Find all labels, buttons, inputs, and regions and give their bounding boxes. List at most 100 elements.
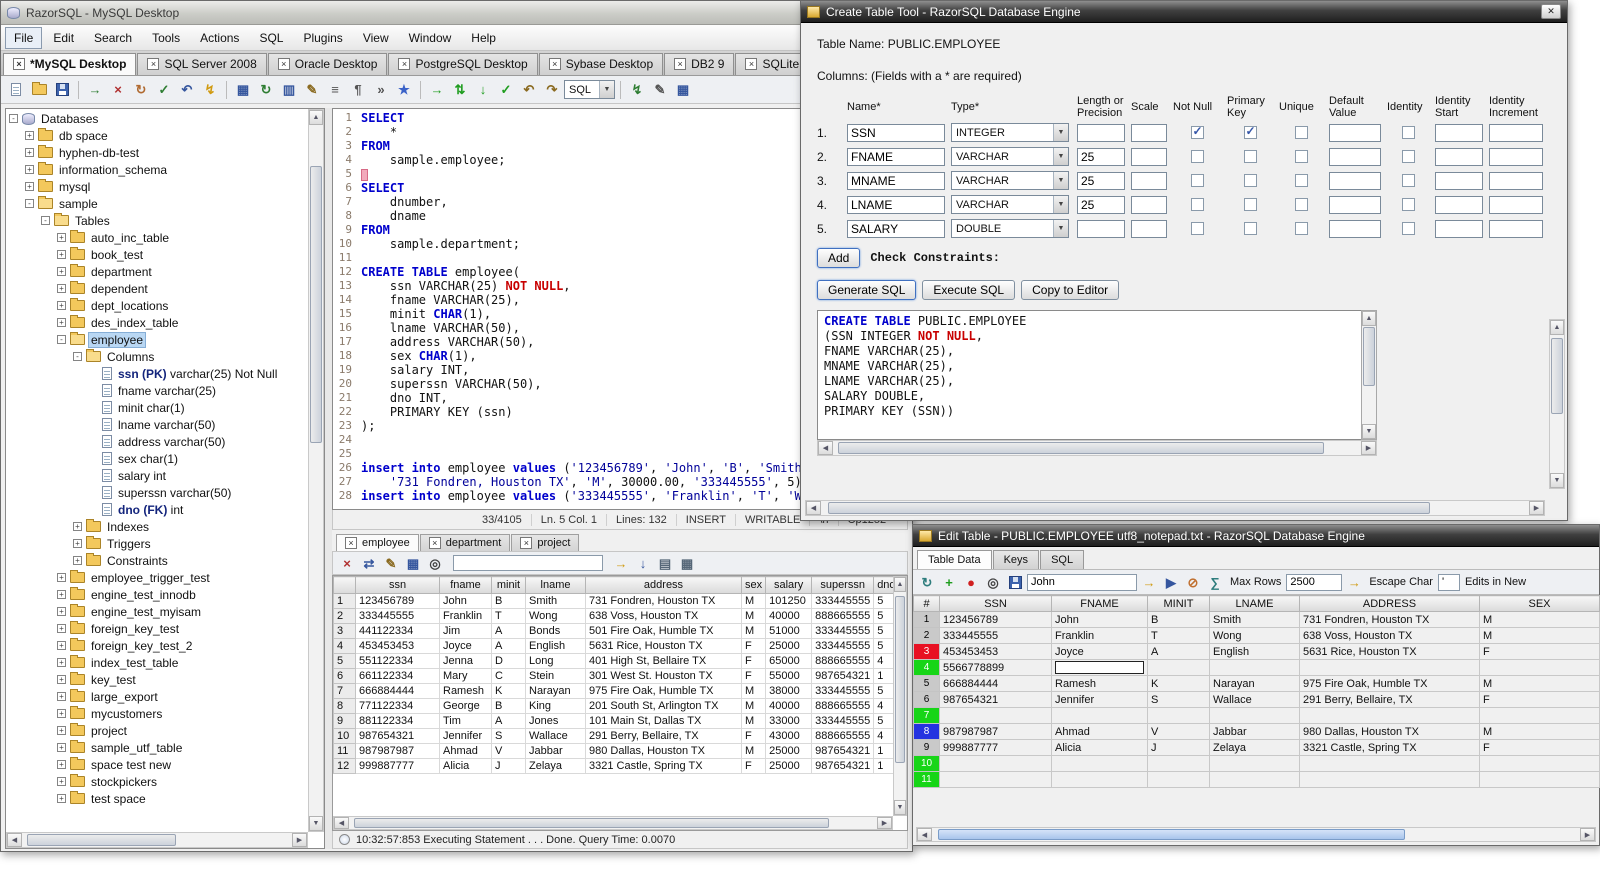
cell[interactable]: S	[491, 728, 526, 744]
tree-item-lname-varchar-50[interactable]: lname varchar(50)	[7, 416, 307, 433]
result-row[interactable]: 2 333445555 Franklin T Wong 638 Voss, Houston…	[333, 608, 900, 624]
cell[interactable]: Jenna	[439, 653, 492, 669]
collapse-icon[interactable]: -	[9, 114, 18, 123]
scroll-left-icon[interactable]: ◀	[7, 833, 22, 847]
cell[interactable]: 333445555	[811, 683, 875, 699]
sql-horizontal-scrollbar[interactable]: ◀ ▶	[817, 440, 1377, 456]
menu-sql[interactable]: SQL	[250, 27, 292, 49]
result-row[interactable]: 7 666884444 Ramesh K Narayan 975 Fire Oak, Hu…	[333, 683, 900, 699]
unique-checkbox[interactable]	[1294, 126, 1308, 139]
cell[interactable]: 333445555	[355, 608, 440, 624]
column-name-input[interactable]	[847, 147, 945, 166]
scroll-down-icon[interactable]: ▼	[1362, 424, 1376, 439]
identity-start-input[interactable]	[1435, 123, 1483, 142]
cell[interactable]: M	[1479, 611, 1600, 628]
cell[interactable]: 201 South St, Arlington TX	[585, 698, 742, 714]
cell[interactable]: 975 Fire Oak, Humble TX	[585, 683, 742, 699]
identity-increment-input[interactable]	[1489, 147, 1543, 166]
cell[interactable]	[1479, 771, 1600, 788]
close-tab-icon[interactable]: ×	[745, 58, 758, 70]
cell[interactable]	[1147, 755, 1210, 772]
cell[interactable]: 33000	[765, 713, 813, 729]
tree-item-indexes[interactable]: + Indexes	[7, 518, 307, 535]
cell[interactable]: Stein	[525, 668, 586, 684]
column-header-ssn[interactable]: ssn	[355, 576, 440, 594]
tree-item-project[interactable]: + project	[7, 722, 307, 739]
expand-icon[interactable]: +	[57, 301, 66, 310]
favorites-icon[interactable]: ★	[393, 79, 415, 101]
scroll-up-icon[interactable]: ▲	[309, 110, 323, 125]
cell[interactable]: English	[525, 638, 586, 654]
result-row[interactable]: 6 661122334 Mary C Stein 301 West St. Houston…	[333, 668, 900, 684]
cell[interactable]: K	[491, 683, 526, 699]
scroll-right-icon[interactable]: ▶	[1361, 441, 1376, 455]
cell[interactable]: 999887777	[939, 739, 1052, 756]
tree-item-large-export[interactable]: + large_export	[7, 688, 307, 705]
expand-icon[interactable]: +	[73, 556, 82, 565]
expand-icon[interactable]: +	[57, 607, 66, 616]
new-file-icon[interactable]	[5, 79, 27, 101]
cell[interactable]: C	[491, 668, 526, 684]
not-null-checkbox[interactable]	[1190, 222, 1204, 235]
scroll-up-icon[interactable]: ▲	[1362, 311, 1376, 326]
cell[interactable]	[939, 755, 1052, 772]
cell[interactable]: M	[1479, 627, 1600, 644]
export-icon[interactable]: ↓	[633, 553, 653, 573]
cell[interactable]: Ramesh	[1051, 675, 1148, 692]
column-header-minit[interactable]: MINIT	[1147, 595, 1210, 612]
cell[interactable]: Ahmad	[439, 743, 492, 759]
cell[interactable]: A	[491, 623, 526, 639]
results-filter-input[interactable]	[453, 555, 603, 571]
cell[interactable]: Wallace	[525, 728, 586, 744]
refresh-icon[interactable]: ↻	[255, 79, 277, 101]
cell[interactable]: B	[491, 698, 526, 714]
result-row[interactable]: 8 771122334 George B King 201 South St, Arlin…	[333, 698, 900, 714]
cell[interactable]: 333445555	[811, 713, 875, 729]
scroll-down-icon[interactable]: ▼	[894, 800, 906, 815]
connection-tab-oracle-desktop[interactable]: × Oracle Desktop	[267, 53, 388, 75]
tree-item-employee[interactable]: - employee	[7, 331, 307, 348]
cell[interactable]	[1479, 707, 1600, 724]
cell[interactable]: 25000	[765, 638, 813, 654]
cell[interactable]: 3321 Castle, Spring TX	[1299, 739, 1480, 756]
cell[interactable]: B	[491, 593, 526, 609]
insert-row-icon[interactable]: +	[939, 572, 959, 592]
delete-row-icon[interactable]: ●	[961, 572, 981, 592]
scroll-thumb[interactable]	[354, 818, 830, 828]
go-icon[interactable]: →	[611, 553, 631, 573]
scroll-left-icon[interactable]: ◀	[917, 828, 932, 841]
cell[interactable]: V	[491, 743, 526, 759]
expand-icon[interactable]: +	[57, 658, 66, 667]
connect-icon[interactable]: →	[84, 79, 106, 101]
not-null-checkbox[interactable]	[1190, 198, 1204, 211]
column-header-ssn[interactable]: SSN	[939, 595, 1052, 612]
cell[interactable]: F	[1479, 643, 1600, 660]
search-results-icon[interactable]: ◎	[425, 553, 445, 573]
menu-actions[interactable]: Actions	[191, 27, 248, 49]
cell[interactable]: Wong	[525, 608, 586, 624]
cell[interactable]: Jim	[439, 623, 492, 639]
cell[interactable]: A	[491, 713, 526, 729]
cell[interactable]: Narayan	[1209, 675, 1300, 692]
cell[interactable]: S	[1147, 691, 1210, 708]
scroll-thumb[interactable]	[828, 502, 1430, 514]
cell[interactable]: F	[740, 668, 767, 684]
cell[interactable]: M	[740, 713, 767, 729]
tree-item-dno-fk[interactable]: dno (FK) int	[7, 501, 307, 518]
tab-table-data[interactable]: Table Data	[917, 550, 992, 569]
tree-item-ssn-pk[interactable]: ssn (PK) varchar(25) Not Null	[7, 365, 307, 382]
expand-icon[interactable]: +	[25, 148, 34, 157]
scroll-down-icon[interactable]: ▼	[1550, 473, 1564, 488]
expand-icon[interactable]: +	[57, 760, 66, 769]
tree-item-mysql[interactable]: + mysql	[7, 178, 307, 195]
result-row[interactable]: 5 551122334 Jenna D Long 401 High St, Bellair…	[333, 653, 900, 669]
sql-vertical-scrollbar[interactable]: ▲ ▼	[1361, 310, 1377, 440]
cell[interactable]: Zelaya	[1209, 739, 1300, 756]
cell[interactable]: F	[1479, 691, 1600, 708]
scale-input[interactable]	[1131, 219, 1167, 238]
cell[interactable]: F	[740, 638, 767, 654]
tree-item-columns[interactable]: - Columns	[7, 348, 307, 365]
expand-icon[interactable]: +	[57, 318, 66, 327]
cell[interactable]: K	[1147, 675, 1210, 692]
tree-item-department[interactable]: + department	[7, 263, 307, 280]
